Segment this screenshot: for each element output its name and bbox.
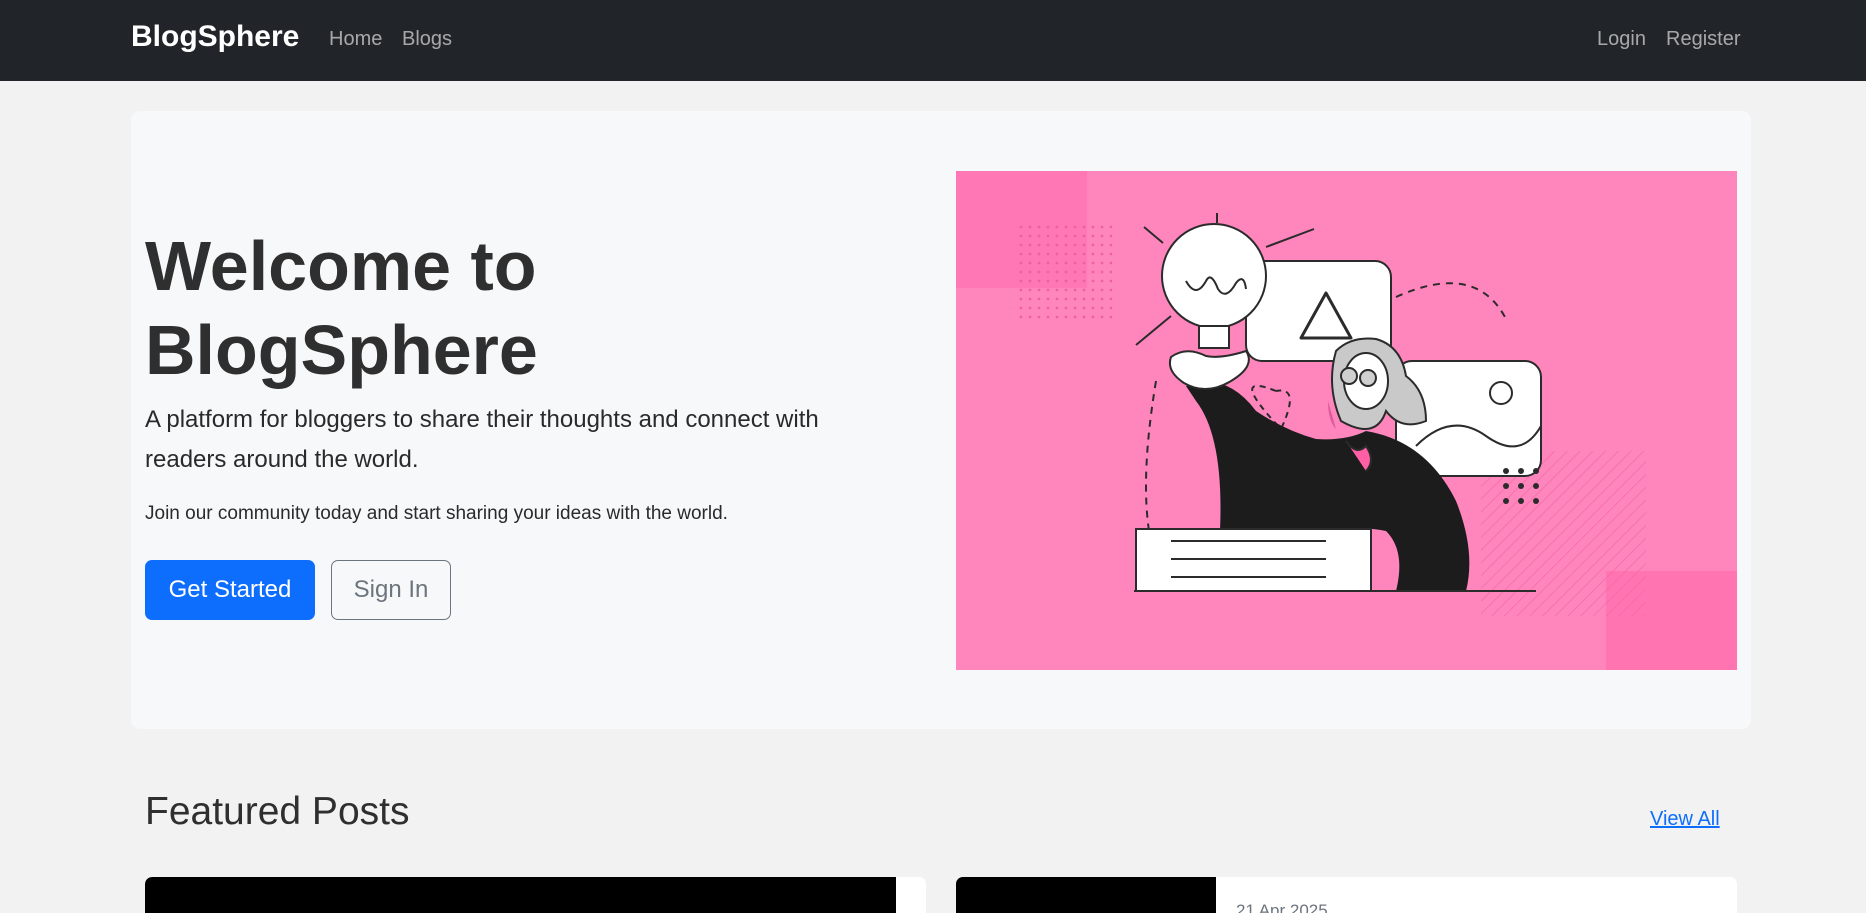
post-card-image (956, 877, 1216, 913)
navbar: BlogSphere Home Blogs Login Register (0, 0, 1866, 81)
sign-in-button[interactable]: Sign In (331, 560, 451, 620)
hero-title-line1: Welcome to (145, 227, 537, 305)
post-card-image (145, 877, 896, 913)
lightbulb (1161, 223, 1267, 329)
post-card[interactable] (145, 877, 926, 913)
hero-lead: A platform for bloggers to share their t… (145, 406, 819, 473)
nav-link-register[interactable]: Register (1666, 28, 1740, 51)
nav-link-blogs[interactable]: Blogs (402, 28, 452, 51)
post-date: 21 Apr 2025 (1236, 901, 1328, 913)
view-all-link[interactable]: View All (1650, 808, 1720, 831)
brand-logo[interactable]: BlogSphere (131, 20, 299, 54)
post-card[interactable]: 21 Apr 2025 (956, 877, 1737, 913)
nav-link-login[interactable]: Login (1597, 28, 1646, 51)
hero-subtext: Join our community today and start shari… (145, 503, 728, 524)
hero-illustration (956, 171, 1737, 670)
dot-pattern (1013, 223, 1112, 319)
featured-posts-title: Featured Posts (145, 790, 410, 833)
get-started-button[interactable]: Get Started (145, 560, 315, 620)
hero-title-line2: BlogSphere (145, 311, 538, 389)
nav-link-home[interactable]: Home (329, 28, 382, 51)
hero-title: Welcome to BlogSphere (145, 224, 905, 392)
